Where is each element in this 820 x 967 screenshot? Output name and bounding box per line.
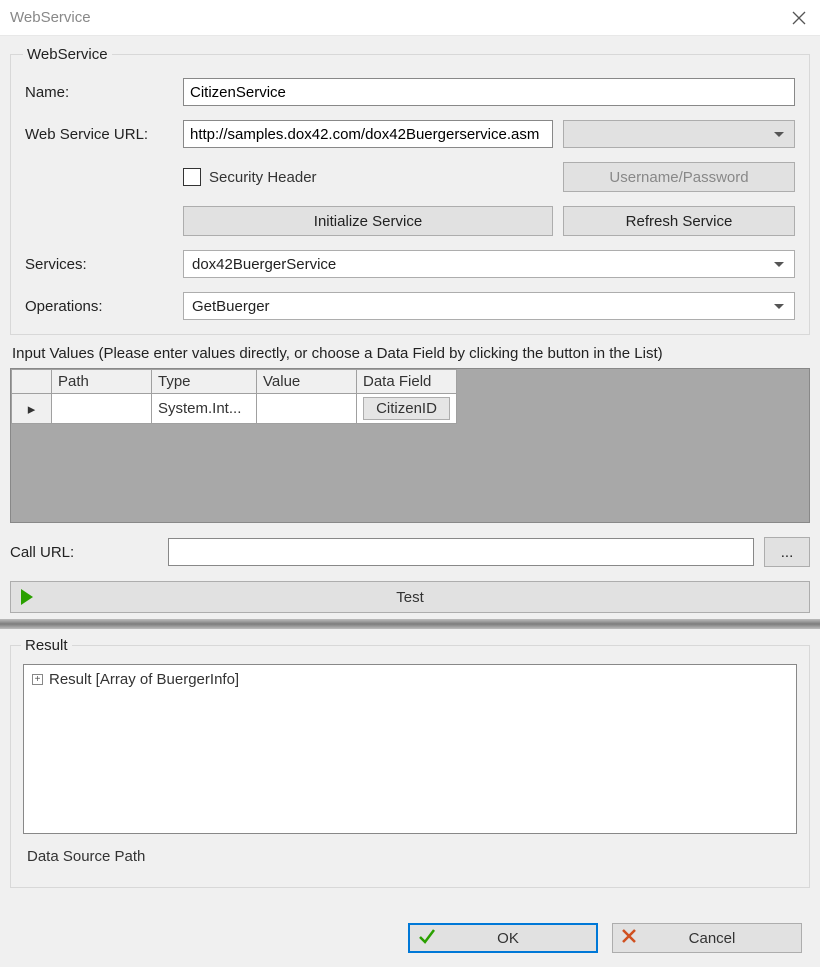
refresh-service-button[interactable]: Refresh Service (563, 206, 795, 236)
cell-type[interactable]: System.Int... (152, 394, 257, 424)
cell-path[interactable]: ID (52, 394, 152, 424)
col-datafield[interactable]: Data Field (357, 370, 457, 394)
close-icon[interactable] (792, 11, 806, 25)
col-type[interactable]: Type (152, 370, 257, 394)
col-path[interactable]: Path (52, 370, 152, 394)
cell-value[interactable] (257, 394, 357, 424)
dialog-body: WebService Name: Web Service URL: Securi… (0, 36, 820, 967)
play-icon (21, 589, 33, 605)
chevron-down-icon (774, 132, 784, 137)
cancel-icon (621, 928, 637, 948)
operations-label: Operations: (25, 298, 173, 315)
security-header-label: Security Header (209, 169, 317, 186)
datafield-button[interactable]: CitizenID (363, 397, 450, 420)
url-label: Web Service URL: (25, 126, 173, 143)
services-value: dox42BuergerService (192, 256, 336, 273)
url-input[interactable] (183, 120, 553, 148)
initialize-service-button[interactable]: Initialize Service (183, 206, 553, 236)
chevron-down-icon (774, 304, 784, 309)
expand-icon[interactable]: + (32, 674, 43, 685)
checkbox-icon (183, 168, 201, 186)
titlebar: WebService (0, 0, 820, 36)
data-source-path-label: Data Source Path (27, 848, 797, 865)
col-value[interactable]: Value (257, 370, 357, 394)
services-label: Services: (25, 256, 173, 273)
webservice-group: WebService Name: Web Service URL: Securi… (10, 46, 810, 335)
security-header-checkbox[interactable]: Security Header (183, 168, 553, 186)
url-dropdown[interactable] (563, 120, 795, 148)
input-values-hint: Input Values (Please enter values direct… (12, 345, 810, 362)
operations-select[interactable]: GetBuerger (183, 292, 795, 320)
result-group: Result + Result [Array of BuergerInfo] D… (10, 637, 810, 888)
footer-buttons: OK Cancel (408, 923, 802, 953)
chevron-down-icon (774, 262, 784, 267)
check-icon (418, 927, 436, 949)
name-label: Name: (25, 84, 173, 101)
splitter[interactable] (0, 619, 820, 629)
grid-row[interactable]: ▸ ID System.Int... CitizenID (12, 394, 457, 424)
test-button[interactable]: Test (10, 581, 810, 613)
call-url-label: Call URL: (10, 544, 158, 561)
operations-value: GetBuerger (192, 298, 270, 315)
browse-button[interactable]: ... (764, 537, 810, 567)
services-select[interactable]: dox42BuergerService (183, 250, 795, 278)
result-tree[interactable]: + Result [Array of BuergerInfo] (23, 664, 797, 834)
name-input[interactable] (183, 78, 795, 106)
row-marker: ▸ (12, 394, 52, 424)
result-legend: Result (21, 637, 72, 654)
window-title: WebService (10, 9, 91, 26)
cancel-button[interactable]: Cancel (612, 923, 802, 953)
webservice-legend: WebService (23, 46, 112, 63)
input-grid[interactable]: Path Type Value Data Field ▸ ID System.I… (10, 368, 810, 523)
tree-root[interactable]: + Result [Array of BuergerInfo] (32, 671, 788, 688)
call-url-input[interactable] (168, 538, 754, 566)
grid-header-row: Path Type Value Data Field (12, 370, 457, 394)
username-password-button[interactable]: Username/Password (563, 162, 795, 192)
ok-button[interactable]: OK (408, 923, 598, 953)
tree-root-label: Result [Array of BuergerInfo] (49, 671, 239, 688)
